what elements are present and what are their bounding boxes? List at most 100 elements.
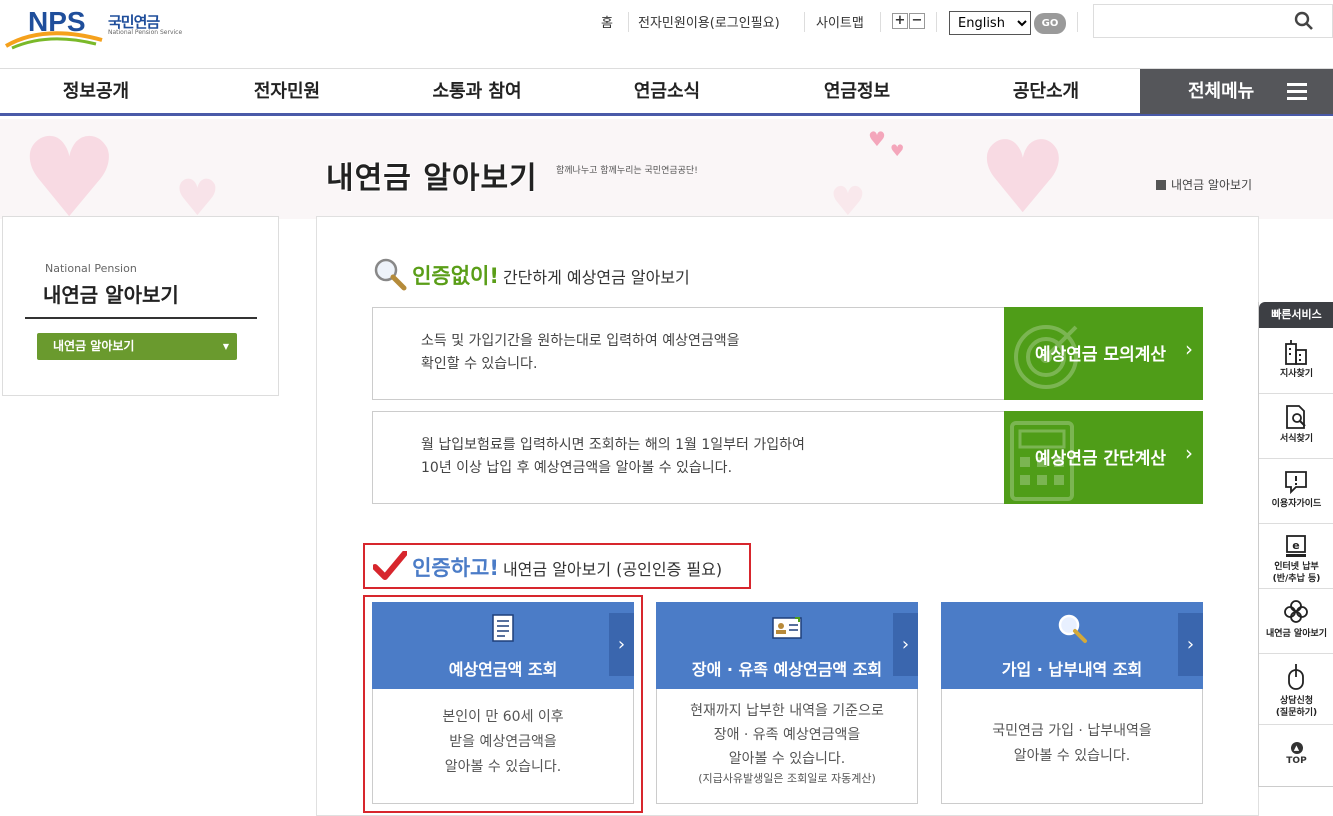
divider xyxy=(25,317,257,319)
heart-decoration-icon: ♥ xyxy=(868,127,886,151)
service-desc-line: 국민연금 가입 · 납부내역을 xyxy=(992,723,1152,739)
service-card-enrollment-payment[interactable]: 가입 · 납부내역 조회 › 국민연금 가입 · 납부내역을 알아볼 수 있습니… xyxy=(941,602,1203,804)
logo-nps-text: NPS xyxy=(28,6,86,37)
nav-item-e-service[interactable]: 전자민원 xyxy=(192,69,382,114)
quick-item-branch-finder[interactable]: 지사찾기 xyxy=(1259,330,1333,394)
speech-bubble-exclamation-icon xyxy=(1285,471,1307,495)
font-decrease-button[interactable]: − xyxy=(909,13,925,29)
nps-logo[interactable]: NPS 국민연금 National Pension Service xyxy=(4,6,182,50)
service-desc-note: (지급사유발생일은 조회일로 자동계산) xyxy=(698,772,876,785)
quick-item-label: 서식찾기 xyxy=(1279,434,1314,444)
sidebar-dropdown[interactable]: 내연금 알아보기 ▼ xyxy=(37,333,237,360)
chevron-right-icon[interactable]: › xyxy=(1178,613,1203,676)
quick-item-consultation[interactable]: 상담신청 (질문하기) xyxy=(1259,655,1333,725)
breadcrumb-current: 내연금 알아보기 xyxy=(1171,178,1253,192)
calc-desc-line: 소득 및 가입기간을 원하는대로 입력하여 예상연금액을 xyxy=(421,333,740,349)
nav-item-info[interactable]: 정보공개 xyxy=(0,69,192,114)
chevron-right-icon: › xyxy=(1185,441,1193,465)
main-content: 인증없이! 간단하게 예상연금 알아보기 소득 및 가입기간을 원하는대로 입력하… xyxy=(316,216,1259,816)
svg-text:e: e xyxy=(1292,539,1299,552)
nav-item-news[interactable]: 연금소식 xyxy=(572,69,762,114)
sitemap-link[interactable]: 사이트맵 xyxy=(816,12,864,31)
quick-item-label: 내연금 알아보기 xyxy=(1265,629,1328,639)
nav-item-communication[interactable]: 소통과 참여 xyxy=(382,69,572,114)
language-select[interactable]: English xyxy=(949,11,1031,35)
arrow-up-icon: ▲ xyxy=(1290,742,1303,754)
sidebar-dropdown-label: 내연금 알아보기 xyxy=(53,339,135,353)
clover-icon xyxy=(1284,600,1308,623)
service-card-description: 국민연금 가입 · 납부내역을 알아볼 수 있습니다. xyxy=(942,719,1202,769)
search-input[interactable] xyxy=(1093,4,1333,38)
calc-desc-line: 월 납입보험료를 입력하시면 조회하는 해의 1월 1일부터 가입하여 xyxy=(421,437,805,453)
section-no-auth-heading: 인증없이! 간단하게 예상연금 알아보기 xyxy=(373,257,690,291)
heart-decoration-icon: ♥ xyxy=(890,141,905,160)
all-menu-button[interactable]: 전체메뉴 xyxy=(1140,69,1333,114)
divider xyxy=(1077,12,1078,32)
service-card-title: 장애 · 유족 예상연금액 조회 xyxy=(691,660,883,679)
chevron-right-icon: › xyxy=(1185,337,1193,361)
highlight-box xyxy=(363,543,751,589)
page-banner: ♥ ♥ ♥ ♥ ♥ ♥ 내연금 알아보기 함께나누고 함께누리는 국민연금공단!… xyxy=(0,119,1333,219)
service-card-disability-survivor[interactable]: 장애 · 유족 예상연금액 조회 › 현재까지 납부한 내역을 기준으로 장애 … xyxy=(656,602,918,804)
calc-desc-line: 10년 이상 납입 후 예상연금액을 알아볼 수 있습니다. xyxy=(421,460,733,476)
section-strong-text: 인증없이! xyxy=(412,264,499,288)
divider xyxy=(936,12,937,32)
e-service-link[interactable]: 전자민원이용(로그인필요) xyxy=(638,12,780,31)
calc-row-mock: 소득 및 가입기간을 원하는대로 입력하여 예상연금액을 확인할 수 있습니다.… xyxy=(372,307,1203,400)
quick-label-line: (질문하기) xyxy=(1275,708,1318,718)
search-icon[interactable] xyxy=(1294,11,1314,31)
logo-english: National Pension Service xyxy=(108,29,183,36)
quick-item-form-finder[interactable]: 서식찾기 xyxy=(1259,395,1333,459)
quick-item-label: 이용자가이드 xyxy=(1271,499,1322,509)
mock-calc-label: 예상연금 모의계산 xyxy=(1035,345,1167,365)
quick-item-user-guide[interactable]: 이용자가이드 xyxy=(1259,460,1333,524)
quick-item-my-pension[interactable]: 내연금 알아보기 xyxy=(1259,590,1333,654)
simple-calc-button[interactable]: 예상연금 간단계산 › xyxy=(1004,411,1203,504)
chevron-down-icon: ▼ xyxy=(222,342,229,351)
highlight-box xyxy=(363,595,643,813)
nav-item-about[interactable]: 공단소개 xyxy=(952,69,1140,114)
hamburger-icon xyxy=(1287,83,1307,101)
quick-item-label: 상담신청 (질문하기) xyxy=(1259,695,1333,719)
quick-service-panel: 빠른서비스 지사찾기 서식찾기 이용자가이드 e 인터넷 납부 (반/추납 등)… xyxy=(1258,302,1333,787)
go-button[interactable]: GO xyxy=(1034,13,1066,34)
document-search-icon xyxy=(1286,405,1306,429)
chevron-right-icon[interactable]: › xyxy=(893,613,918,676)
computer-e-icon: e xyxy=(1286,535,1306,557)
quick-label-line: 인터넷 납부 xyxy=(1274,562,1319,572)
heart-decoration-icon: ♥ xyxy=(175,169,220,219)
quick-item-label: 인터넷 납부 (반/추납 등) xyxy=(1259,561,1333,585)
service-card-description: 현재까지 납부한 내역을 기준으로 장애 · 유족 예상연금액을 알아볼 수 있… xyxy=(657,699,917,787)
header: NPS 국민연금 National Pension Service 홈 전자민원… xyxy=(0,0,1333,68)
scroll-top-label: TOP xyxy=(1286,756,1307,766)
page-subtitle: 함께나누고 함께누리는 국민연금공단! xyxy=(556,166,698,176)
mouse-icon xyxy=(1288,664,1304,690)
calc-description: 월 납입보험료를 입력하시면 조회하는 해의 1월 1일부터 가입하여 10년 … xyxy=(421,434,805,480)
service-card-title: 가입 · 납부내역 조회 xyxy=(1001,660,1143,679)
magnifier-icon xyxy=(374,258,407,291)
home-link[interactable]: 홈 xyxy=(601,12,613,31)
divider xyxy=(880,12,881,32)
building-icon xyxy=(1285,340,1307,365)
font-increase-button[interactable]: + xyxy=(892,13,908,29)
heart-decoration-icon: ♥ xyxy=(830,179,866,219)
id-card-icon xyxy=(772,617,802,639)
sidebar-en-label: National Pension xyxy=(45,262,137,275)
nav-item-pension-info[interactable]: 연금정보 xyxy=(762,69,952,114)
simple-calc-label: 예상연금 간단계산 xyxy=(1035,449,1167,469)
quick-label-line: (반/추납 등) xyxy=(1272,574,1321,584)
service-desc-line: 장애 · 유족 예상연금액을 xyxy=(713,727,861,743)
service-desc-line: 알아볼 수 있습니다. xyxy=(1013,748,1131,764)
breadcrumb[interactable]: 내연금 알아보기 xyxy=(1156,176,1252,193)
all-menu-label: 전체메뉴 xyxy=(1188,81,1255,102)
calc-description: 소득 및 가입기간을 원하는대로 입력하여 예상연금액을 확인할 수 있습니다. xyxy=(421,330,740,376)
home-icon xyxy=(1156,180,1166,190)
quick-label-line: 상담신청 xyxy=(1279,696,1314,706)
scroll-top-button[interactable]: ▲ TOP xyxy=(1259,742,1333,766)
left-sidebar: National Pension 내연금 알아보기 내연금 알아보기 ▼ xyxy=(2,216,279,396)
quick-item-internet-payment[interactable]: e 인터넷 납부 (반/추납 등) xyxy=(1259,525,1333,589)
mock-calc-button[interactable]: 예상연금 모의계산 › xyxy=(1004,307,1203,400)
calc-desc-line: 확인할 수 있습니다. xyxy=(421,356,538,372)
section-rest-text: 간단하게 예상연금 알아보기 xyxy=(502,268,690,287)
service-desc-line: 알아볼 수 있습니다. xyxy=(728,751,846,767)
